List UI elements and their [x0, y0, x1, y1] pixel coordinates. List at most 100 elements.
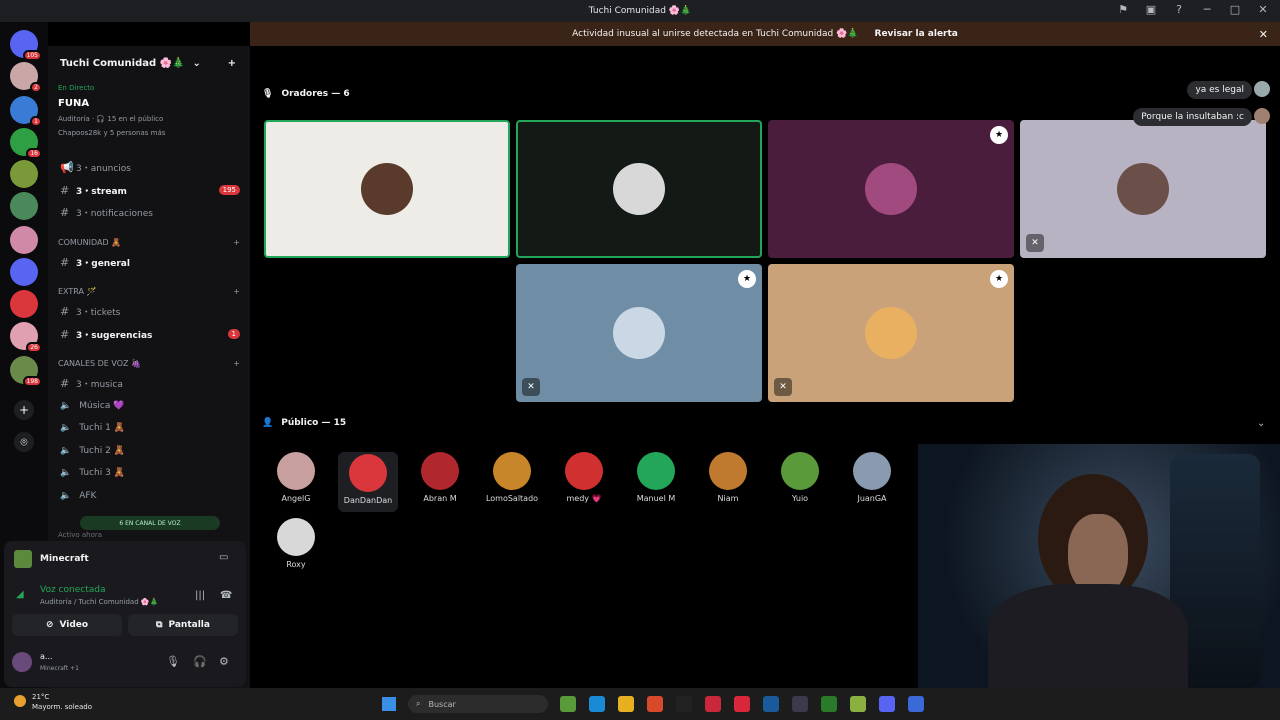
close-alert-icon[interactable]: ✕ [1259, 28, 1268, 41]
audience-member[interactable]: Roxy [266, 518, 326, 578]
audience-member[interactable]: JuanGA [842, 452, 902, 512]
opera-icon[interactable] [734, 696, 750, 712]
screen-button[interactable]: ⧉ Pantalla [128, 614, 238, 636]
folder-icon[interactable] [618, 696, 634, 712]
server-icon[interactable]: 1 [10, 96, 42, 127]
server-icon[interactable]: 198 [10, 356, 42, 387]
add-server-icon[interactable]: + [14, 400, 34, 420]
microphone-icon[interactable]: 🎙 [166, 655, 180, 668]
maximize-button[interactable]: □ [1226, 3, 1244, 16]
speaker-tile[interactable]: ★ ✕ [768, 264, 1014, 402]
avatar [1117, 163, 1169, 215]
audience-name: Roxy [286, 560, 306, 569]
channel-stream[interactable]: #3・stream 195 [48, 180, 250, 200]
category-comunidad[interactable]: COMUNIDAD 🧸 + [58, 238, 240, 247]
server-icon[interactable]: 105 [10, 30, 42, 61]
close-button[interactable]: ✕ [1254, 3, 1272, 16]
windows-start-icon[interactable] [382, 697, 396, 711]
channel-anuncios[interactable]: 📢 3・anuncios [48, 157, 250, 177]
audience-member[interactable]: Abran M [410, 452, 470, 512]
server-icon[interactable]: 2 [10, 62, 42, 93]
activity-card[interactable]: Minecraft [14, 550, 89, 568]
settings-icon[interactable]: ⚙ [219, 655, 229, 668]
review-alert-link[interactable]: Revisar la alerta [875, 29, 958, 39]
category-extra[interactable]: EXTRA 🪄 + [58, 287, 240, 296]
speaker-tile[interactable]: ★ [768, 120, 1014, 258]
avatar[interactable] [12, 652, 32, 672]
steam-icon[interactable] [763, 696, 779, 712]
hash-icon: # [60, 376, 70, 390]
channel-label: 3・notificaciones [76, 208, 153, 219]
widget-icon[interactable] [560, 696, 576, 712]
noise-suppression-icon[interactable]: ||| [195, 590, 205, 601]
taskbar-search[interactable]: ⌕ Buscar [408, 695, 548, 713]
add-member-icon[interactable]: + [228, 58, 236, 69]
video-button[interactable]: ⊘ Video [12, 614, 122, 636]
speaker-tile[interactable] [516, 120, 762, 258]
server-icon[interactable] [10, 192, 38, 220]
voice-channel-musica[interactable]: 🔈 Música 💜 [48, 396, 250, 416]
in-voice-pill[interactable]: 6 EN CANAL DE VOZ [80, 516, 220, 530]
discover-icon[interactable]: ⌾ [14, 432, 34, 452]
screen-share-icon[interactable]: ▭ [219, 552, 228, 563]
voice-channel-tuchi-2[interactable]: 🔈 Tuchi 2 🧸 [48, 441, 250, 461]
audience-member[interactable]: AngelG [266, 452, 326, 512]
speaker-tile[interactable] [264, 120, 510, 258]
guild-name: Tuchi Comunidad 🌸🎄 [60, 57, 185, 69]
activity-game: Minecraft [40, 554, 89, 564]
audience-member[interactable]: Manuel M [626, 452, 686, 512]
server-icon[interactable]: 26 [10, 322, 42, 353]
discord-icon[interactable] [879, 696, 895, 712]
screen-label: Pantalla [168, 620, 210, 630]
chrome-icon[interactable] [647, 696, 663, 712]
guild-header[interactable]: Tuchi Comunidad 🌸🎄 ⌄ + [48, 46, 250, 80]
speaker-tile[interactable]: ★ ✕ [516, 264, 762, 402]
add-channel-icon[interactable]: + [233, 238, 240, 247]
speakers-label: Oradores — 6 [281, 89, 350, 99]
add-channel-icon[interactable]: + [233, 287, 240, 296]
voice-location[interactable]: Auditoría / Tuchi Comunidad 🌸🎄 [40, 598, 158, 606]
audience-name: medy 💗 [566, 494, 602, 503]
audience-member[interactable]: Niam [698, 452, 758, 512]
voice-status[interactable]: Voz conectada [40, 585, 105, 595]
audience-member[interactable]: medy 💗 [554, 452, 614, 512]
settings-icon[interactable] [792, 696, 808, 712]
avatar [613, 307, 665, 359]
app-icon[interactable] [705, 696, 721, 712]
screen-icon[interactable]: ▣ [1142, 3, 1160, 16]
app-icon[interactable] [850, 696, 866, 712]
inbox-icon[interactable]: ⚑ [1114, 3, 1132, 16]
minimize-button[interactable]: ─ [1198, 3, 1216, 16]
voice-channel-tuchi-1[interactable]: 🔈 Tuchi 1 🧸 [48, 418, 250, 438]
channel-tickets[interactable]: #3・tickets [48, 301, 250, 321]
server-icon[interactable] [10, 226, 38, 254]
channel-notificaciones[interactable]: #3・notificaciones [48, 202, 250, 222]
app-icon[interactable] [676, 696, 692, 712]
speaker-icon: 🔈 [60, 491, 72, 501]
server-icon[interactable] [10, 258, 38, 286]
headphones-icon[interactable]: 🎧 [193, 655, 207, 668]
voice-channel-tuchi-3[interactable]: 🔈 Tuchi 3 🧸 [48, 463, 250, 483]
server-icon[interactable] [10, 290, 38, 318]
minecraft-icon[interactable] [821, 696, 837, 712]
category-voz[interactable]: CANALES DE VOZ 🍇 + [58, 359, 240, 368]
channel-general[interactable]: #3・general [48, 252, 250, 272]
audience-member[interactable]: DanDanDan [338, 452, 398, 512]
audience-member[interactable]: LomoSaltado [482, 452, 542, 512]
channel-musica-text[interactable]: #3・musica [48, 373, 250, 393]
disconnect-icon[interactable]: ☎ [220, 590, 232, 601]
stage-card[interactable]: En Directo FUNA Auditoría · 🎧 15 en el p… [58, 84, 238, 137]
server-badge: 198 [22, 376, 42, 387]
help-icon[interactable]: ? [1170, 3, 1188, 16]
voice-channel-afk[interactable]: 🔈 AFK [48, 486, 250, 506]
server-icon[interactable]: 16 [10, 128, 42, 159]
audience-member[interactable]: Yuio [770, 452, 830, 512]
add-channel-icon[interactable]: + [233, 359, 240, 368]
chevron-down-icon[interactable]: ⌄ [1257, 418, 1265, 429]
edge-icon[interactable] [589, 696, 605, 712]
speaker-tile[interactable]: ✕ [1020, 120, 1266, 258]
channel-sugerencias[interactable]: #3・sugerencias 1 [48, 324, 250, 344]
app-icon[interactable] [908, 696, 924, 712]
weather-icon [14, 695, 26, 707]
server-icon[interactable] [10, 160, 38, 188]
